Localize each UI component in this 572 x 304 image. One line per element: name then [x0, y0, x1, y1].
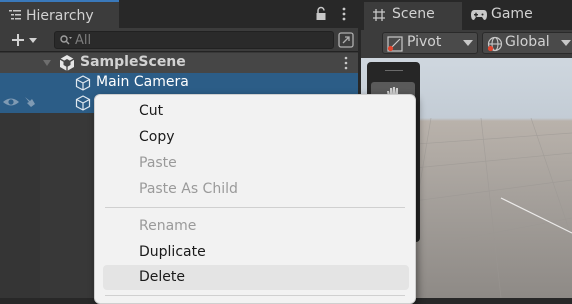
tab-hierarchy[interactable]: Hierarchy	[0, 0, 119, 28]
unity-scene-icon	[59, 55, 75, 71]
chevron-down-icon	[463, 40, 473, 46]
pivot-label: Pivot	[407, 34, 442, 50]
grid-icon	[373, 9, 385, 21]
gameobject-cube-icon	[75, 95, 91, 111]
scene-options-icon[interactable]	[343, 56, 349, 70]
more-options-icon[interactable]	[340, 6, 348, 22]
list-icon	[9, 10, 21, 20]
menu-item-paste-as-child[interactable]: Paste As Child	[103, 177, 409, 202]
pivot-icon	[387, 36, 403, 52]
hierarchy-toolbar	[0, 28, 358, 52]
global-dropdown[interactable]: Global	[482, 32, 572, 54]
expand-arrow-icon[interactable]	[42, 58, 52, 68]
pivot-dropdown[interactable]: Pivot	[382, 32, 478, 54]
search-box[interactable]	[54, 31, 334, 49]
gamepad-icon[interactable]	[470, 9, 488, 21]
gameobject-cube-icon	[75, 75, 91, 91]
menu-item-paste[interactable]: Paste	[103, 151, 409, 176]
menu-item-copy[interactable]: Copy	[103, 125, 409, 150]
menu-item-duplicate[interactable]: Duplicate	[103, 240, 409, 265]
tab-scene-label: Scene	[392, 6, 435, 22]
globe-icon	[487, 36, 503, 52]
scene-visibility-icon[interactable]	[337, 31, 355, 49]
context-menu: Cut Copy Paste Paste As Child Rename Dup…	[94, 94, 416, 304]
menu-item-delete[interactable]: Delete	[103, 265, 409, 290]
menu-separator	[105, 295, 405, 296]
global-label: Global	[505, 34, 550, 50]
pickable-hand-icon[interactable]	[22, 94, 38, 110]
search-icon	[60, 35, 72, 45]
hierarchy-item-label: Main Camera	[96, 74, 189, 90]
tab-game-label[interactable]: Game	[491, 6, 533, 22]
scene-name: SampleScene	[80, 54, 186, 70]
menu-item-cut[interactable]: Cut	[103, 99, 409, 124]
hierarchy-tab-label: Hierarchy	[26, 8, 94, 24]
menu-separator	[105, 207, 405, 208]
visibility-eye-icon[interactable]	[2, 95, 20, 109]
lock-icon[interactable]	[314, 6, 328, 22]
search-input[interactable]	[75, 32, 325, 48]
overlay-grip[interactable]	[385, 70, 403, 71]
add-dropdown-icon[interactable]	[6, 30, 40, 50]
menu-item-rename[interactable]: Rename	[103, 214, 409, 239]
chevron-down-icon	[561, 40, 571, 46]
